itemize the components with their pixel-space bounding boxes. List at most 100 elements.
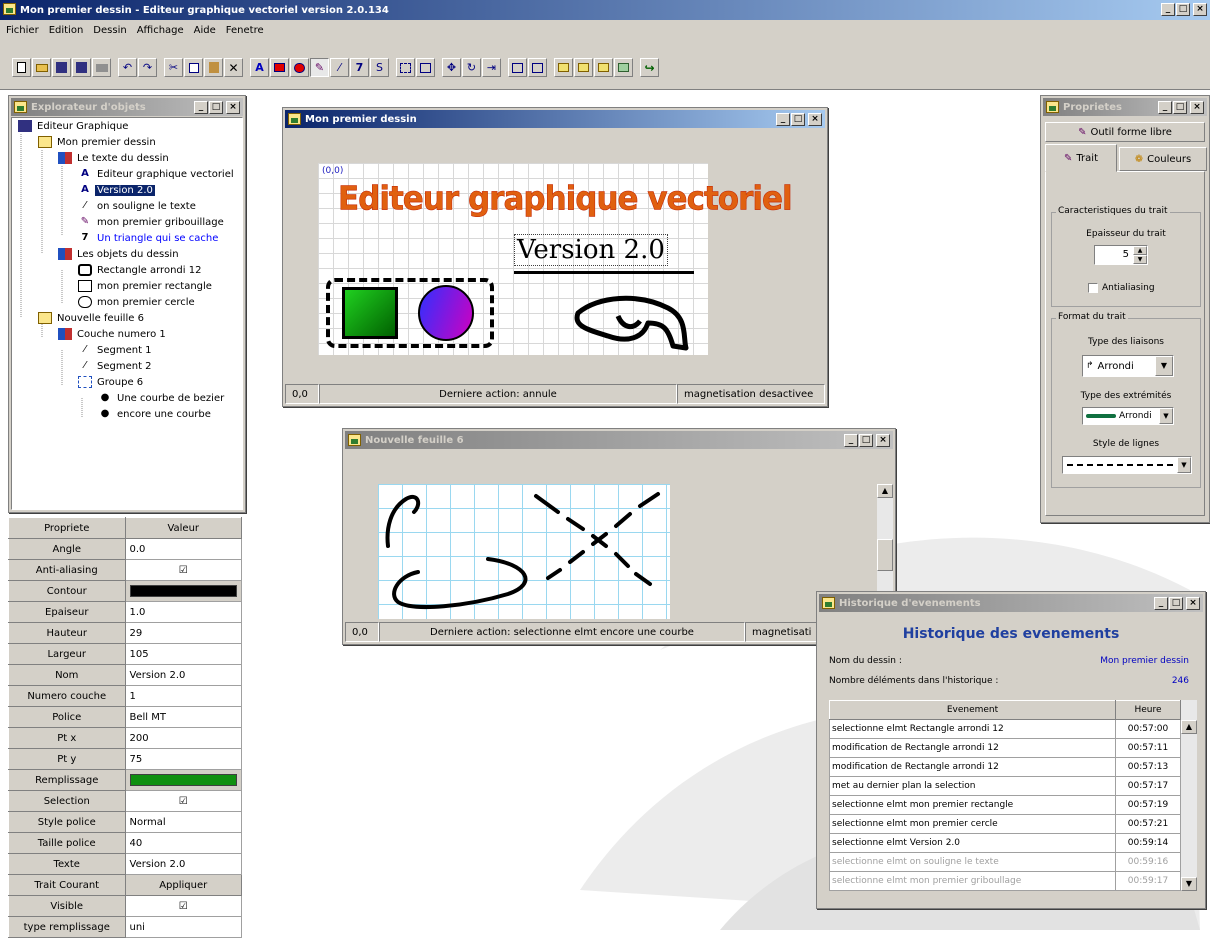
tree-item[interactable]: 7 Un triangle qui se cache (78, 230, 220, 246)
tree-item[interactable]: mon premier rectangle (78, 278, 214, 294)
open-icon[interactable] (32, 58, 51, 77)
sheet-drawing[interactable] (378, 484, 670, 619)
menu-dessin[interactable]: Dessin (93, 25, 126, 36)
move-icon[interactable]: ✥ (442, 58, 461, 77)
tree-item[interactable]: ● encore une courbe (98, 406, 213, 422)
freehand-tool-icon[interactable]: ✎ (310, 58, 329, 77)
table-row[interactable]: selectionne elmt mon premier rectangle 00… (829, 795, 1181, 815)
line-tool-icon[interactable]: ⁄ (330, 58, 349, 77)
tree-item[interactable]: Groupe 6 (78, 374, 145, 390)
tree-item[interactable]: ⁄ on souligne le texte (78, 198, 198, 214)
col-header-propriete[interactable]: Propriete (8, 517, 126, 539)
save-icon[interactable] (52, 58, 71, 77)
main-titlebar[interactable]: Mon premier dessin - Editeur graphique v… (0, 0, 1210, 20)
sheet-canvas[interactable] (378, 484, 670, 619)
ellipse-tool-icon[interactable] (290, 58, 309, 77)
history-scrollbar[interactable]: ▲ ▼ (1181, 700, 1197, 891)
tree-item[interactable]: ✎ mon premier gribouillage (78, 214, 226, 230)
tab-couleurs[interactable]: ❁ Couleurs (1119, 147, 1207, 171)
forward-icon[interactable] (594, 58, 613, 77)
maximize-button[interactable]: □ (209, 101, 223, 114)
print-icon[interactable] (92, 58, 111, 77)
tree-item[interactable]: ⁄ Segment 2 (78, 358, 154, 374)
drawing-canvas[interactable]: (0,0) Editeur graphique vectoriel Versio… (318, 163, 793, 355)
drawing-titlebar[interactable]: Mon premier dessin _ □ × (285, 110, 825, 128)
heading-text[interactable]: Editeur graphique vectoriel (338, 180, 793, 218)
join-type-select[interactable]: ↱ Arrondi ▼ (1082, 355, 1174, 377)
spin-down-button[interactable]: ▼ (1133, 255, 1147, 264)
col-header-valeur[interactable]: Valeur (124, 517, 242, 539)
close-button[interactable]: × (1193, 3, 1207, 16)
checkbox[interactable]: ☑ (124, 790, 242, 812)
table-row[interactable]: selectionne elmt Version 2.0 00:59:14 (829, 833, 1181, 853)
close-button[interactable]: × (808, 113, 822, 126)
maximize-button[interactable]: □ (1173, 101, 1187, 114)
close-button[interactable]: × (1186, 597, 1200, 610)
tree-item[interactable]: ● Une courbe de bezier (98, 390, 226, 406)
tree-item[interactable]: Le texte du dessin (58, 150, 171, 166)
scroll-up-button[interactable]: ▲ (1181, 720, 1197, 734)
scroll-up-button[interactable]: ▲ (877, 484, 893, 498)
table-row[interactable]: modification de Rectangle arrondi 12 00:5… (829, 757, 1181, 777)
cut-icon[interactable]: ✂ (164, 58, 183, 77)
sheet-titlebar[interactable]: Nouvelle feuille 6 _ □ × (345, 431, 893, 449)
tree-item[interactable]: Nouvelle feuille 6 (38, 310, 146, 326)
grid-icon[interactable] (508, 58, 527, 77)
checkbox[interactable]: ☑ (124, 559, 242, 581)
tree-item[interactable]: A Editeur graphique vectoriel (78, 166, 236, 182)
paste-icon[interactable] (204, 58, 223, 77)
freehand-scribble[interactable] (568, 288, 698, 353)
table-row[interactable]: selectionne elmt mon premier cercle 00:57… (829, 814, 1181, 834)
undo-icon[interactable]: ↶ (118, 58, 137, 77)
spin-up-button[interactable]: ▲ (1133, 246, 1147, 255)
table-row[interactable]: met au dernier plan la selection 00:57:17 (829, 776, 1181, 796)
tree-item[interactable]: Editeur Graphique (18, 118, 130, 134)
menu-fichier[interactable]: Fichier (6, 25, 39, 36)
col-header-heure[interactable]: Heure (1115, 700, 1181, 720)
green-rectangle[interactable] (342, 287, 398, 339)
maximize-button[interactable]: □ (1169, 597, 1183, 610)
col-header-evenement[interactable]: Evenement (829, 700, 1116, 720)
minimize-button[interactable]: _ (844, 434, 858, 447)
magnet-icon[interactable] (528, 58, 547, 77)
history-titlebar[interactable]: Historique d'evenements _ □ × (819, 594, 1203, 612)
send-back-icon[interactable] (574, 58, 593, 77)
new-icon[interactable] (12, 58, 31, 77)
menu-edition[interactable]: Edition (49, 25, 84, 36)
line-style-select[interactable]: ▼ (1062, 456, 1192, 474)
group-icon[interactable] (416, 58, 435, 77)
bring-front-icon[interactable] (554, 58, 573, 77)
purple-circle[interactable] (418, 285, 474, 341)
table-row[interactable]: modification de Rectangle arrondi 12 00:5… (829, 738, 1181, 758)
table-row[interactable]: selectionne elmt mon premier griboullage… (829, 871, 1181, 891)
tree-item-selected[interactable]: A Version 2.0 (78, 182, 155, 198)
chevron-down-icon[interactable]: ▼ (1177, 457, 1191, 473)
select-all-icon[interactable] (396, 58, 415, 77)
thickness-spinner[interactable]: 5 ▲ ▼ (1094, 245, 1148, 265)
maximize-button[interactable]: □ (859, 434, 873, 447)
redo-icon[interactable]: ↷ (138, 58, 157, 77)
save-as-icon[interactable] (72, 58, 91, 77)
close-button[interactable]: × (226, 101, 240, 114)
explorer-titlebar[interactable]: Explorateur d'objets _ □ × (11, 98, 243, 116)
refresh-icon[interactable]: ↪ (640, 58, 659, 77)
copy-icon[interactable] (184, 58, 203, 77)
bezier-tool-icon[interactable]: S (370, 58, 389, 77)
maximize-button[interactable]: □ (1176, 3, 1190, 16)
maximize-button[interactable]: □ (791, 113, 805, 126)
tab-trait[interactable]: ✎ Trait (1045, 144, 1117, 172)
underline-line[interactable] (514, 271, 694, 274)
minimize-button[interactable]: _ (194, 101, 208, 114)
tree-item[interactable]: Les objets du dessin (58, 246, 181, 262)
text-tool-icon[interactable]: A (250, 58, 269, 77)
flip-icon[interactable]: ⇥ (482, 58, 501, 77)
scroll-thumb[interactable] (877, 539, 893, 571)
close-button[interactable]: × (876, 434, 890, 447)
table-row[interactable]: selectionne elmt Rectangle arrondi 12 00:… (829, 719, 1181, 739)
minimize-button[interactable]: _ (776, 113, 790, 126)
menu-aide[interactable]: Aide (194, 25, 216, 36)
backward-icon[interactable] (614, 58, 633, 77)
antialiasing-checkbox[interactable]: Antialiasing (1088, 283, 1155, 293)
contour-color-swatch[interactable] (124, 580, 242, 602)
chevron-down-icon[interactable]: ▼ (1155, 356, 1173, 376)
